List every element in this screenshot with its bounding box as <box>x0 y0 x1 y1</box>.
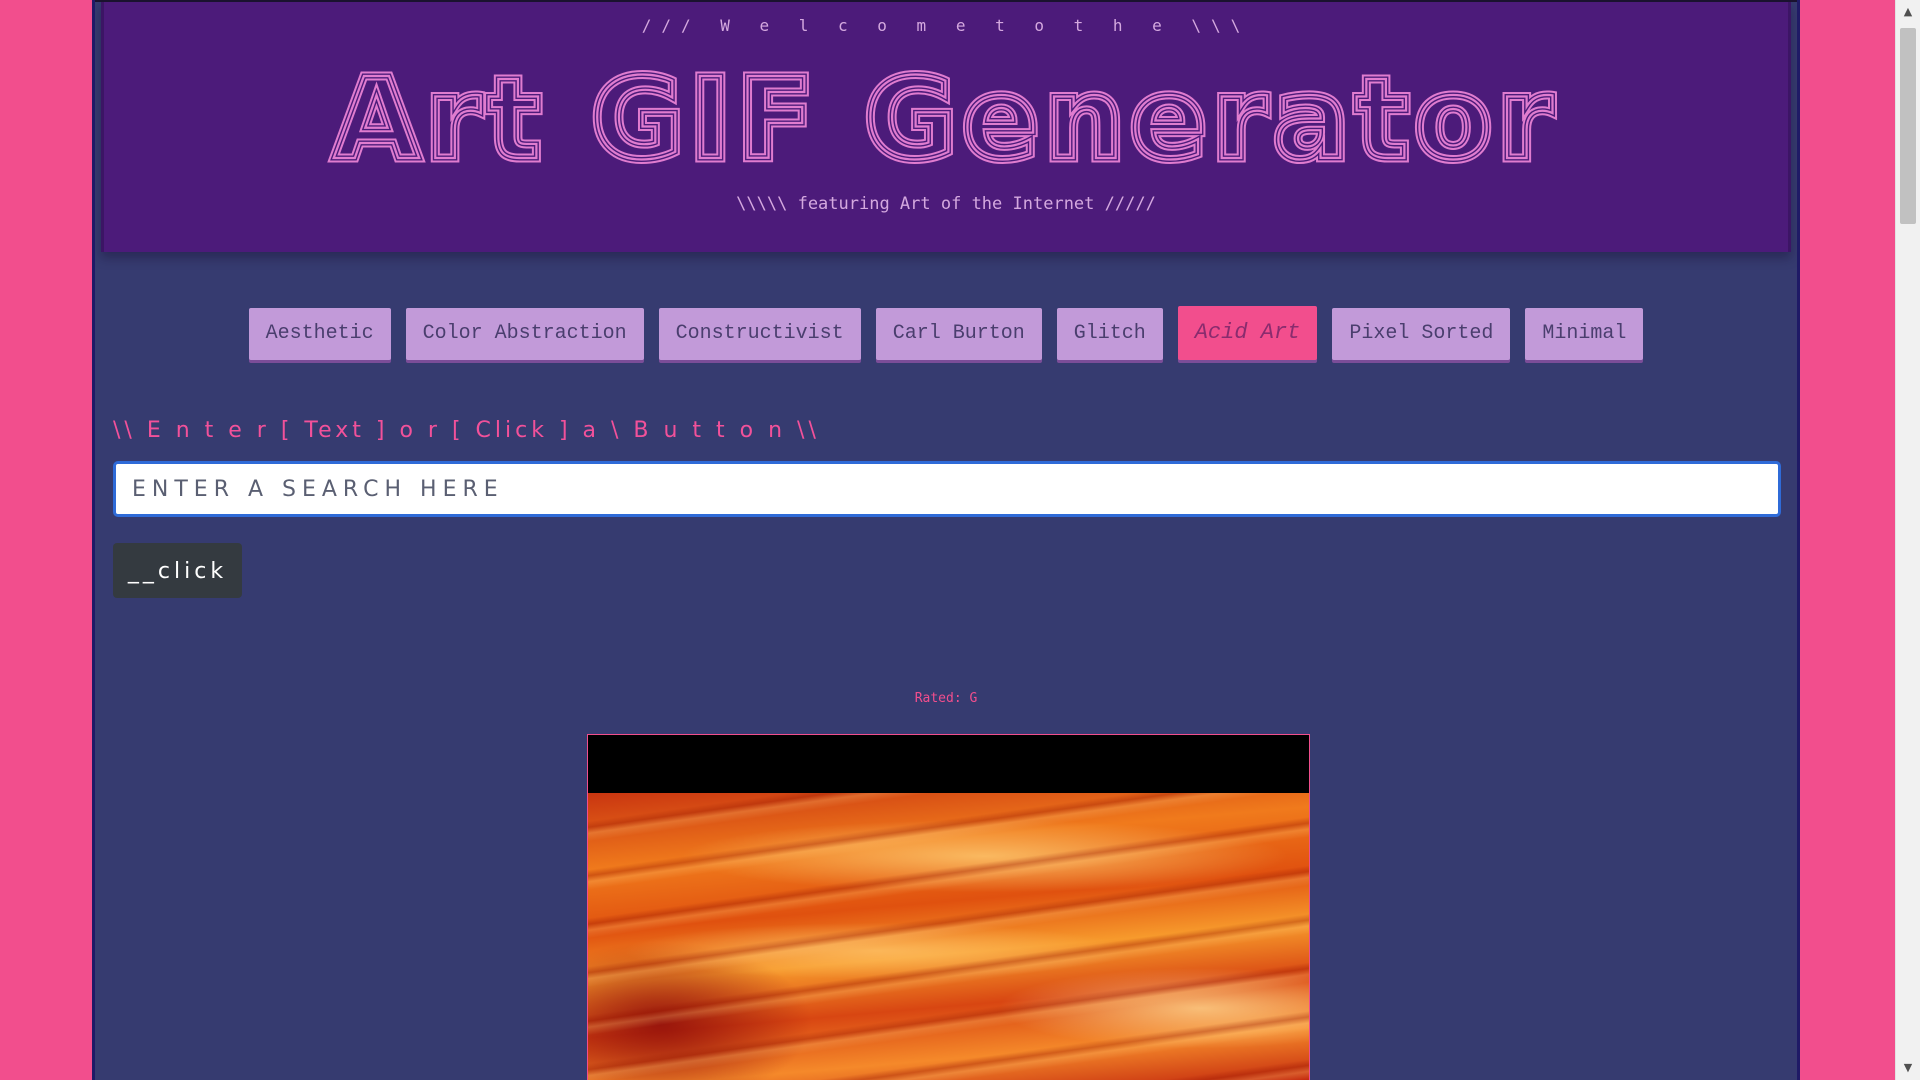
gif-letterbox <box>588 735 1309 793</box>
category-button-acid-art[interactable]: Acid Art <box>1177 306 1318 360</box>
title-graphic: Art GIF Generator Art GIF Generator Art … <box>329 58 1559 178</box>
category-button-glitch[interactable]: Glitch <box>1056 308 1163 360</box>
header: /// W e l c o m e t o t h e \\\ Art GIF … <box>101 2 1791 252</box>
page-title: Art GIF Generator Art GIF Generator Art … <box>104 58 1788 178</box>
category-button-aesthetic[interactable]: Aesthetic <box>248 308 391 360</box>
search-input[interactable] <box>113 461 1781 517</box>
gif-image <box>587 734 1310 1080</box>
click-button[interactable]: __click <box>113 543 242 598</box>
category-button-constructivist[interactable]: Constructivist <box>658 308 861 360</box>
category-button-pixel-sorted[interactable]: Pixel Sorted <box>1332 308 1511 360</box>
scrollbar-thumb[interactable] <box>1900 28 1916 224</box>
gif-artwork <box>588 793 1309 1080</box>
rating-label: Rated: G <box>914 691 978 706</box>
welcome-text: /// W e l c o m e t o t h e \\\ <box>641 16 1251 35</box>
chevron-down-icon[interactable]: ▼ <box>1896 1058 1920 1078</box>
category-button-color-abstraction[interactable]: Color Abstraction <box>405 308 644 360</box>
category-button-carl-burton[interactable]: Carl Burton <box>875 308 1042 360</box>
title-outline-inner: Art GIF Generator <box>333 58 1559 178</box>
page-container: /// W e l c o m e t o t h e \\\ Art GIF … <box>92 0 1800 1080</box>
chevron-up-icon[interactable]: ▲ <box>1896 2 1920 22</box>
category-button-minimal[interactable]: Minimal <box>1525 308 1644 360</box>
search-prompt: \\ E n t e r [ Text ] o r [ Click ] a \ … <box>113 418 820 443</box>
category-nav: Aesthetic Color Abstraction Constructivi… <box>95 306 1797 360</box>
subtitle: \\\\\ featuring Art of the Internet ////… <box>736 194 1156 214</box>
vertical-scrollbar[interactable]: ▲ ▼ <box>1895 0 1920 1080</box>
